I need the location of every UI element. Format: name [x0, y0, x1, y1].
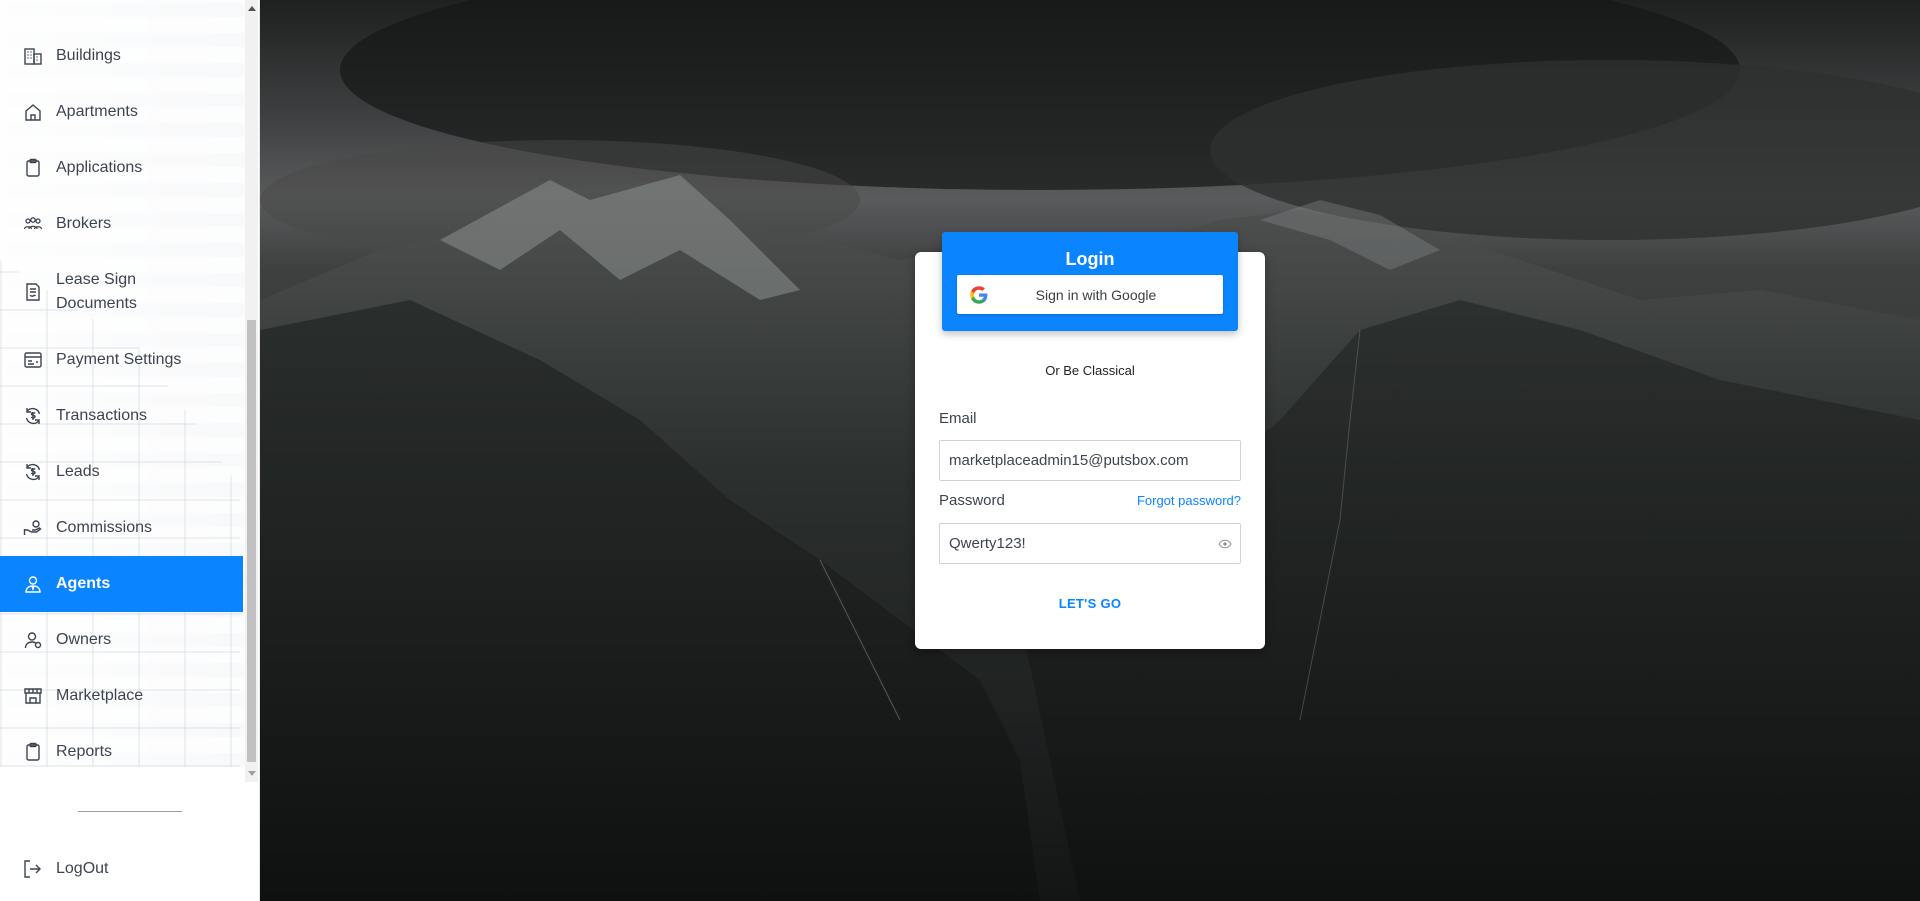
sidebar-item-agents[interactable]: Agents: [0, 556, 243, 612]
sidebar-item-buildings[interactable]: Buildings: [0, 28, 243, 84]
sidebar-item-label: Applications: [56, 159, 143, 176]
sidebar-item-leads[interactable]: Leads: [0, 444, 243, 500]
logout-label: LogOut: [56, 860, 109, 877]
clipboard-icon: [22, 741, 44, 763]
sidebar-item-reports[interactable]: Reports: [0, 724, 243, 767]
email-label: Email: [939, 410, 977, 427]
email-field[interactable]: [939, 440, 1241, 481]
dollar-cycle-icon: [22, 405, 44, 427]
sidebar-item-label: Lease Sign Documents: [56, 271, 137, 312]
sidebar-item-label: Transactions: [56, 407, 147, 424]
submit-login-button[interactable]: LET'S GO: [915, 596, 1265, 611]
sidebar-item-label: Owners: [56, 631, 112, 648]
sidebar-item-label: Payment Settings: [56, 351, 182, 368]
sidebar-item-label: Agents: [56, 575, 111, 592]
eye-icon[interactable]: [1218, 537, 1232, 551]
login-title: Login: [1065, 249, 1115, 269]
sidebar-item-label: Reports: [56, 743, 113, 760]
sidebar-item-marketplace[interactable]: Marketplace: [0, 668, 243, 724]
google-signin-label: Sign in with Google: [1035, 286, 1157, 303]
sidebar: Buildings Apartments Applications Broker…: [0, 0, 260, 901]
sidebar-item-label: Commissions: [56, 519, 153, 536]
logout-icon: [22, 858, 44, 880]
scrollbar-thumb[interactable]: [247, 320, 256, 762]
sidebar-item-applications[interactable]: Applications: [0, 140, 243, 196]
scroll-down-arrow-icon[interactable]: [248, 771, 256, 776]
sidebar-item-owners[interactable]: Owners: [0, 612, 243, 668]
sidebar-item-label: Buildings: [56, 47, 121, 64]
password-label: Password: [939, 492, 1005, 509]
google-logo-icon: [970, 285, 988, 304]
login-card: Login Sign in with Google Or Be Classica…: [915, 232, 1265, 649]
hand-money-icon: [22, 517, 44, 539]
people-icon: [22, 213, 44, 235]
dollar-cycle-icon: [22, 461, 44, 483]
sidebar-item-label: Leads: [56, 463, 100, 480]
scroll-up-arrow-icon[interactable]: [248, 6, 256, 11]
login-card-header: Login Sign in with Google: [942, 232, 1238, 331]
buildings-icon: [22, 45, 44, 67]
sidebar-divider: [78, 811, 182, 812]
clipboard-icon: [22, 157, 44, 179]
home-icon: [22, 101, 44, 123]
sidebar-item-label: Brokers: [56, 215, 112, 232]
payment-settings-icon: [22, 349, 44, 371]
forgot-password-link[interactable]: Forgot password?: [1137, 493, 1241, 508]
sidebar-item-label: Marketplace: [56, 687, 144, 704]
sidebar-item-transactions[interactable]: Transactions: [0, 388, 243, 444]
password-field[interactable]: [939, 523, 1241, 564]
sidebar-item-commissions[interactable]: Commissions: [0, 500, 243, 556]
or-separator-text: Or Be Classical: [1045, 363, 1135, 378]
sidebar-item-apartments[interactable]: Apartments: [0, 84, 243, 140]
agent-icon: [22, 573, 44, 595]
logout-button[interactable]: LogOut: [22, 858, 108, 880]
sidebar-item-lease-sign-documents[interactable]: Lease Sign Documents: [0, 264, 243, 320]
sidebar-nav: Buildings Apartments Applications Broker…: [0, 0, 258, 767]
owner-icon: [22, 629, 44, 651]
sidebar-item-brokers[interactable]: Brokers: [0, 196, 243, 252]
document-sign-icon: [22, 281, 44, 303]
google-signin-button[interactable]: Sign in with Google: [957, 275, 1223, 314]
sidebar-item-label: Apartments: [56, 103, 138, 120]
sidebar-item-payment-settings[interactable]: Payment Settings: [0, 332, 243, 388]
store-icon: [22, 685, 44, 707]
sidebar-scrollbar[interactable]: [245, 0, 258, 782]
